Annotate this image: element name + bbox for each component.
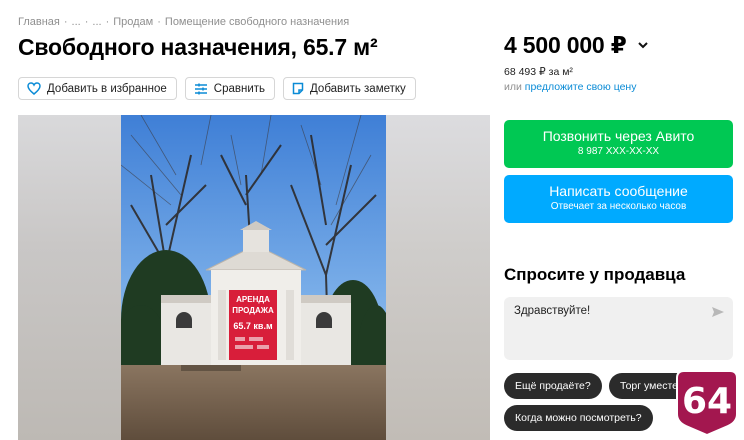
call-button-label: Позвонить через Авито bbox=[542, 128, 695, 144]
call-button[interactable]: Позвонить через Авито 8 987 XXX-XX-XX bbox=[504, 120, 733, 168]
watermark-text: 64 bbox=[682, 381, 732, 422]
watermark-64-logo: 64 bbox=[676, 370, 738, 436]
price-offer: или предложите свою цену bbox=[504, 81, 636, 93]
ask-seller-input[interactable]: Здравствуйте! bbox=[504, 297, 733, 360]
photo-gallery[interactable]: АРЕНДА ПРОДАЖА 65.7 кв.м bbox=[18, 115, 490, 440]
price-row: 4 500 000 ₽ bbox=[504, 32, 649, 59]
breadcrumb-separator: · bbox=[84, 16, 89, 28]
compare-button[interactable]: Сравнить bbox=[184, 77, 276, 100]
photo-blur-right bbox=[386, 115, 490, 440]
photo-blur-left bbox=[18, 115, 121, 440]
offer-price-link[interactable]: предложите свою цену bbox=[525, 81, 637, 93]
add-to-favorites-label: Добавить в избранное bbox=[47, 82, 167, 95]
breadcrumb-item-3[interactable]: ... bbox=[92, 16, 101, 28]
photo-sign-line3: 65.7 кв.м bbox=[233, 321, 273, 331]
listing-title: Свободного назначения, 65.7 м² bbox=[18, 34, 378, 60]
quick-question-chip[interactable]: Когда можно посмотреть? bbox=[504, 405, 653, 431]
listing-photo[interactable]: АРЕНДА ПРОДАЖА 65.7 кв.м bbox=[121, 115, 386, 440]
photo-sign-line2: ПРОДАЖА bbox=[232, 306, 274, 315]
message-button-label: Написать сообщение bbox=[549, 183, 688, 199]
breadcrumb-separator: · bbox=[157, 16, 161, 28]
ask-seller-title: Спросите у продавца bbox=[504, 265, 686, 284]
breadcrumb-item-2[interactable]: ... bbox=[72, 16, 81, 28]
photo-sign-line1: АРЕНДА bbox=[236, 295, 270, 304]
message-button-sub: Отвечает за несколько часов bbox=[550, 201, 687, 212]
chevron-down-icon[interactable] bbox=[637, 41, 649, 50]
listing-actions: Добавить в избранное Сравнить Добавить з… bbox=[18, 77, 416, 100]
breadcrumb: Главная ·... ·... · Продам · Помещение свободн… bbox=[18, 16, 349, 28]
ask-seller-input-value: Здравствуйте! bbox=[514, 305, 591, 317]
heart-icon bbox=[27, 82, 41, 95]
add-to-favorites-button[interactable]: Добавить в избранное bbox=[18, 77, 177, 100]
breadcrumb-sell[interactable]: Продам bbox=[113, 16, 153, 28]
offer-prefix: или bbox=[504, 81, 522, 93]
note-icon bbox=[292, 82, 304, 95]
add-note-label: Добавить заметку bbox=[310, 82, 406, 95]
breadcrumb-separator: · bbox=[105, 16, 110, 28]
breadcrumb-category[interactable]: Помещение свободного назначения bbox=[165, 16, 349, 28]
price-per-m2: 68 493 ₽ за м² bbox=[504, 66, 573, 78]
send-icon[interactable] bbox=[711, 306, 725, 318]
listing-price: 4 500 000 ₽ bbox=[504, 32, 627, 58]
compare-icon bbox=[194, 83, 207, 94]
breadcrumb-home[interactable]: Главная bbox=[18, 16, 60, 28]
breadcrumb-separator: · bbox=[63, 16, 68, 28]
message-button[interactable]: Написать сообщение Отвечает за несколько… bbox=[504, 175, 733, 223]
call-button-phone: 8 987 XXX-XX-XX bbox=[577, 146, 660, 157]
compare-label: Сравнить bbox=[213, 82, 266, 95]
quick-question-chip[interactable]: Ещё продаёте? bbox=[504, 373, 602, 399]
add-note-button[interactable]: Добавить заметку bbox=[283, 77, 416, 100]
